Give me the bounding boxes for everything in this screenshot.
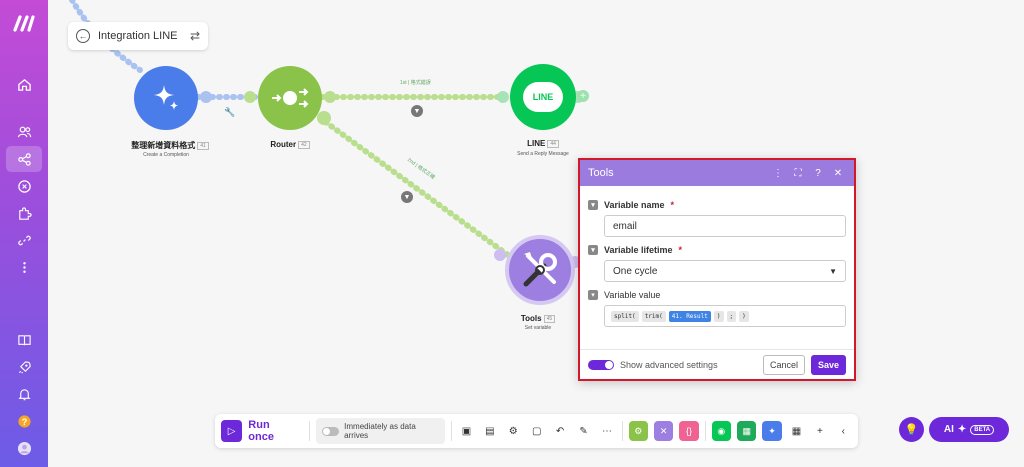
dialog-footer: Show advanced settings Cancel Save <box>580 349 854 379</box>
chevron-down-icon[interactable]: ▾ <box>588 245 598 255</box>
chevron-down-icon[interactable]: ▾ <box>588 290 598 300</box>
scenario-header: ← Integration LINE ⇄ <box>68 22 208 50</box>
tools-module-icon[interactable]: ⚙ <box>628 421 648 441</box>
node-tools-sub: Set variable <box>524 325 552 331</box>
add-icon[interactable]: + <box>811 422 828 440</box>
divider <box>450 421 452 441</box>
tools-settings-dialog: Tools ⋮ ⛶ ? ✕ ▾ Variable name * email ▾ V… <box>578 158 856 381</box>
divider <box>621 421 623 441</box>
run-once-button[interactable]: Run once <box>248 419 297 443</box>
more-options-icon[interactable]: ⋮ <box>770 168 786 179</box>
dialog-header: Tools ⋮ ⛶ ? ✕ <box>580 160 854 186</box>
gear-icon[interactable]: ⚙ <box>505 422 522 440</box>
variable-name-input[interactable]: email <box>604 215 846 237</box>
divider <box>704 421 706 441</box>
bottom-toolbar: ▷ Run once Immediately as data arrives ▣… <box>215 414 858 448</box>
help-question-icon[interactable]: ? <box>810 168 826 179</box>
route-2-filter-icon[interactable]: ▼ <box>401 191 413 203</box>
run-once-play-icon[interactable]: ▷ <box>221 420 243 442</box>
variable-lifetime-select[interactable]: One cycle ▼ <box>604 260 846 282</box>
line-module-icon[interactable]: ◉ <box>711 421 732 441</box>
node-router-label: Router 42 <box>258 140 322 149</box>
line-logo-icon: LINE <box>523 82 563 112</box>
token-close-paren[interactable]: ) <box>739 310 749 322</box>
token-split[interactable]: split( <box>611 310 639 322</box>
sparkle-icon <box>154 85 178 110</box>
grid-apps-icon[interactable]: ▦ <box>788 422 805 440</box>
node-openai-label: 整理新增資料格式 41 <box>120 140 220 151</box>
add-module-icon[interactable]: + <box>577 90 589 102</box>
variable-lifetime-label: ▾ Variable lifetime * <box>588 245 846 255</box>
table-icon[interactable]: ▤ <box>481 422 498 440</box>
token-close-paren[interactable]: ) <box>713 310 724 322</box>
swap-icon[interactable]: ⇄ <box>190 29 200 43</box>
node-router[interactable] <box>258 66 322 130</box>
save-disk-icon[interactable]: ▣ <box>458 422 475 440</box>
sparkle-icon: ✦ <box>957 424 967 435</box>
node-openai[interactable] <box>134 66 198 130</box>
token-semicolon[interactable]: ; <box>726 310 737 322</box>
wrench-icon[interactable]: 🔧 <box>224 107 235 118</box>
save-button[interactable]: Save <box>810 354 846 375</box>
advanced-settings-label: Show advanced settings <box>620 359 718 370</box>
node-tools-label: Tools 45 <box>505 314 571 323</box>
tools-icon <box>523 252 557 287</box>
cancel-button[interactable]: Cancel <box>762 354 805 375</box>
schedule-toggle[interactable]: Immediately as data arrives <box>315 418 445 444</box>
variable-name-label: ▾ Variable name * <box>588 200 846 210</box>
ai-assistant-button[interactable]: AI ✦ BETA <box>929 417 1009 442</box>
lightbulb-icon[interactable]: 💡 <box>899 417 924 442</box>
node-tools[interactable] <box>505 235 575 305</box>
divider <box>308 421 310 441</box>
magic-wand-icon[interactable]: ✎ <box>575 422 592 440</box>
advanced-settings-toggle[interactable] <box>588 359 614 370</box>
variable-value-label: ▾ Variable value <box>588 290 846 300</box>
back-arrow-icon[interactable]: ← <box>76 29 90 43</box>
router-module-icon[interactable]: ✕ <box>653 421 674 441</box>
chevron-down-icon[interactable]: ▾ <box>588 200 598 210</box>
undo-icon[interactable]: ↶ <box>551 422 568 440</box>
dropdown-arrow-icon: ▼ <box>829 266 837 276</box>
more-horizontal-icon[interactable]: ⋯ <box>598 422 615 440</box>
schedule-switch[interactable] <box>321 426 340 436</box>
node-line-sub: Send a Reply Message <box>517 151 569 157</box>
json-module-icon[interactable]: {} <box>679 421 699 441</box>
token-trim[interactable]: trim( <box>641 310 666 322</box>
variable-value-input[interactable]: split( trim( 41. Result ) ; ) <box>604 305 846 327</box>
token-result[interactable]: 41. Result <box>668 310 711 322</box>
ai-module-icon[interactable]: ✦ <box>762 421 782 441</box>
route-1-label: 1st | 格式錯誤 <box>400 80 431 86</box>
route-1-filter-icon[interactable]: ▼ <box>411 105 423 117</box>
close-icon[interactable]: ✕ <box>830 168 846 179</box>
node-line-label: LINE 44 <box>510 139 576 148</box>
dialog-title: Tools <box>588 167 614 179</box>
beta-badge: BETA <box>970 424 995 435</box>
router-icon <box>272 88 309 108</box>
scenario-title[interactable]: Integration LINE <box>98 30 182 42</box>
expand-icon[interactable]: ⛶ <box>790 168 806 179</box>
sheets-module-icon[interactable]: ▦ <box>737 421 757 441</box>
collapse-chevron-icon[interactable]: ‹ <box>835 422 852 440</box>
node-line[interactable]: LINE <box>510 64 576 130</box>
notes-icon[interactable]: ▢ <box>528 422 545 440</box>
node-openai-sub: Create a Completion <box>143 152 189 158</box>
